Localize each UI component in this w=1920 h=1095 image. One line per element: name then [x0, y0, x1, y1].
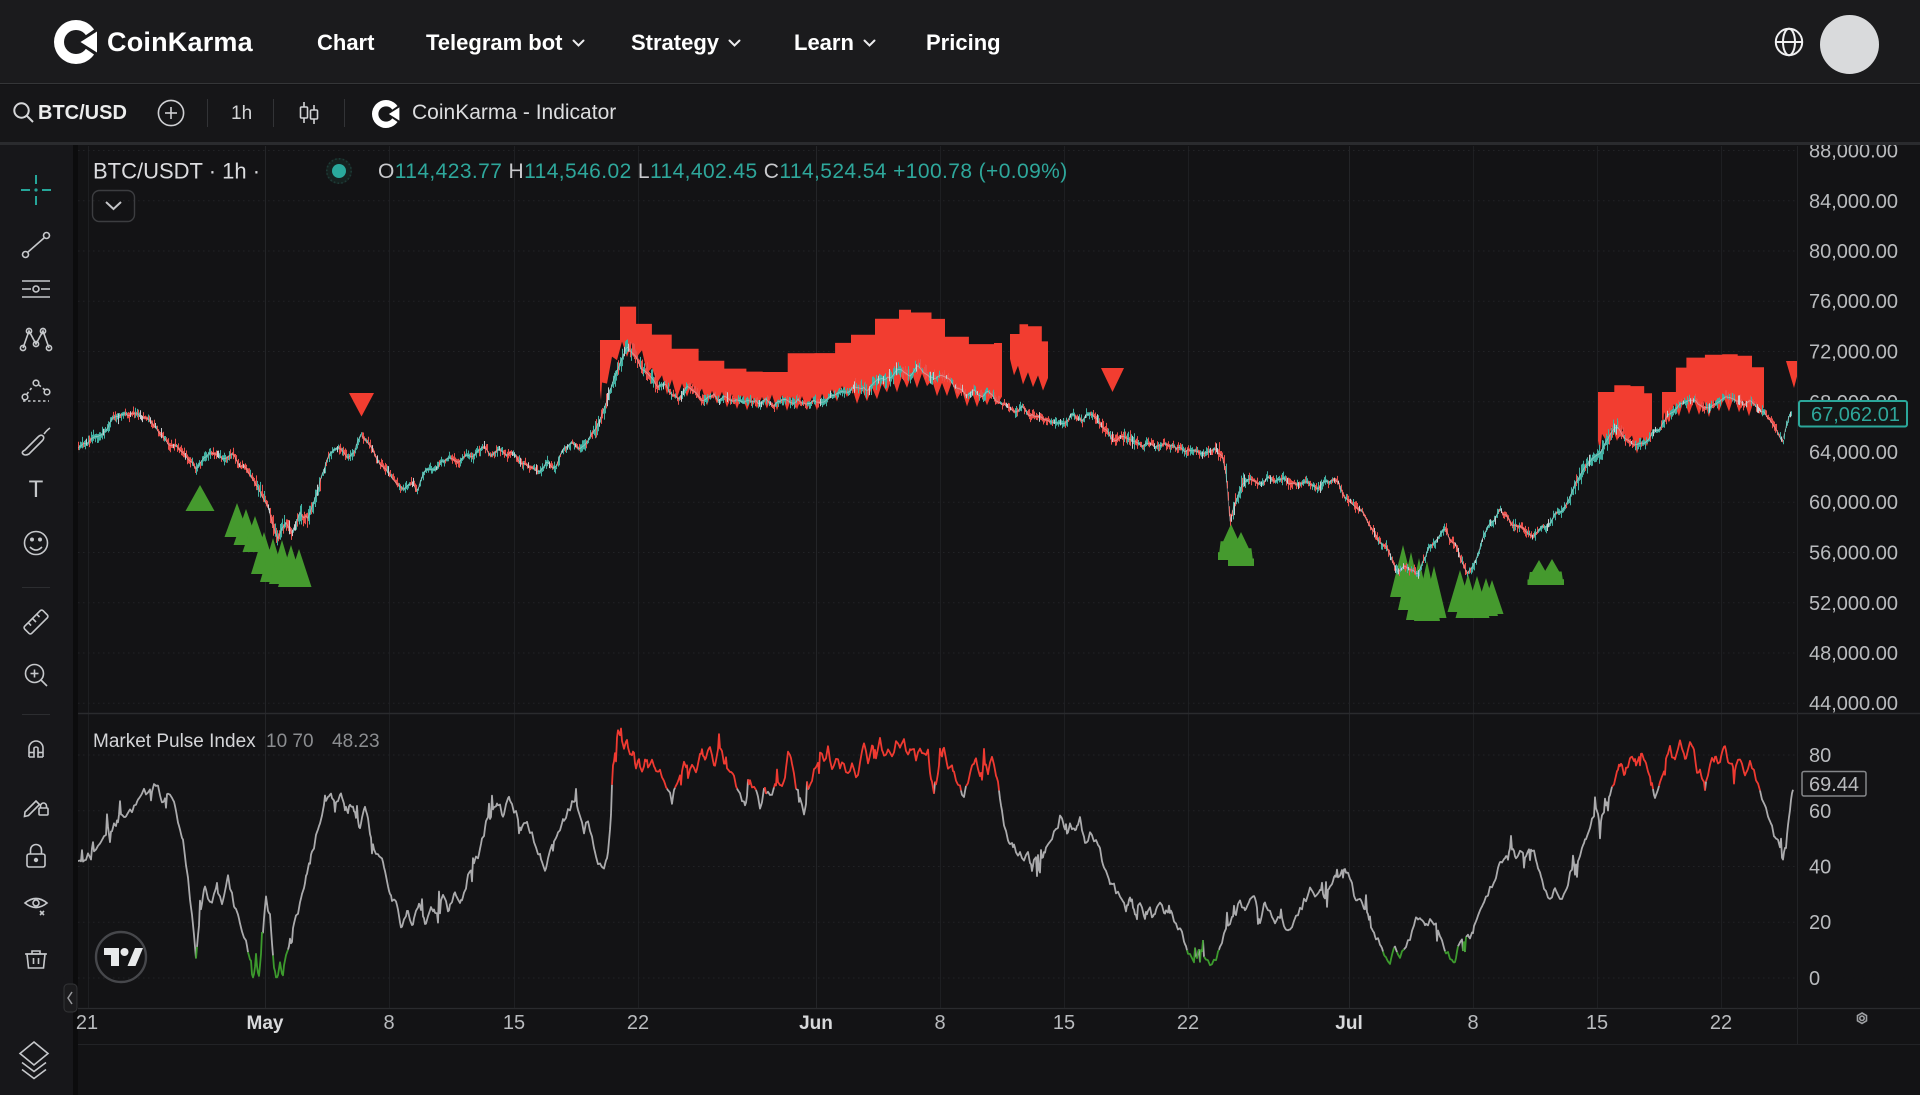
svg-text:May: May: [247, 1013, 284, 1034]
svg-text:80: 80: [1809, 745, 1831, 767]
svg-text:72,000.00: 72,000.00: [1809, 342, 1898, 364]
svg-text:48.23: 48.23: [332, 731, 380, 752]
svg-text:88,000.00: 88,000.00: [1809, 145, 1898, 163]
svg-text:40: 40: [1809, 857, 1831, 879]
svg-text:52,000.00: 52,000.00: [1809, 593, 1898, 615]
svg-text:22: 22: [627, 1012, 649, 1034]
svg-text:67,062.01: 67,062.01: [1811, 404, 1900, 426]
svg-text:Market Pulse Index: Market Pulse Index: [93, 731, 256, 752]
svg-text:22: 22: [1710, 1012, 1732, 1034]
svg-text:10 70: 10 70: [266, 731, 314, 752]
svg-text:8: 8: [934, 1012, 945, 1034]
svg-text:69.44: 69.44: [1809, 774, 1859, 796]
svg-text:20: 20: [1809, 912, 1831, 934]
svg-text:76,000.00: 76,000.00: [1809, 291, 1898, 313]
svg-text:O114,423.77 H114,546.02 L114,4: O114,423.77 H114,546.02 L114,402.45 C114…: [378, 160, 1068, 183]
svg-text:21: 21: [76, 1012, 98, 1034]
svg-text:48,000.00: 48,000.00: [1809, 643, 1898, 665]
svg-text:15: 15: [1053, 1012, 1075, 1034]
svg-text:0: 0: [1809, 968, 1820, 990]
svg-text:84,000.00: 84,000.00: [1809, 191, 1898, 213]
svg-text:64,000.00: 64,000.00: [1809, 442, 1898, 464]
svg-text:15: 15: [503, 1012, 525, 1034]
svg-text:BTC/USDT · 1h ·: BTC/USDT · 1h ·: [93, 159, 260, 184]
svg-text:Jul: Jul: [1335, 1013, 1362, 1034]
svg-text:60: 60: [1809, 801, 1831, 823]
svg-text:8: 8: [383, 1012, 394, 1034]
svg-text:56,000.00: 56,000.00: [1809, 543, 1898, 565]
svg-text:80,000.00: 80,000.00: [1809, 241, 1898, 263]
svg-text:T: T: [29, 476, 44, 503]
svg-text:22: 22: [1177, 1012, 1199, 1034]
svg-text:60,000.00: 60,000.00: [1809, 492, 1898, 514]
svg-text:44,000.00: 44,000.00: [1809, 693, 1898, 715]
svg-text:8: 8: [1467, 1012, 1478, 1034]
svg-text:15: 15: [1586, 1012, 1608, 1034]
svg-text:Jun: Jun: [799, 1013, 833, 1034]
